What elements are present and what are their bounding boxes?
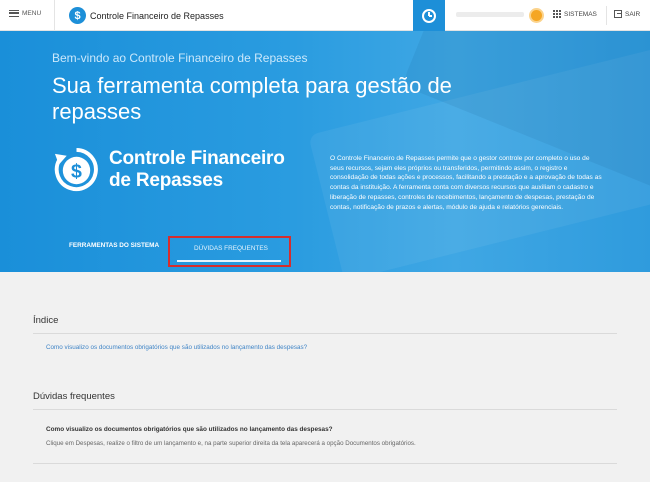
sair-label: SAIR: [625, 10, 641, 18]
sistemas-label: SISTEMAS: [564, 10, 597, 18]
tab-ferramentas[interactable]: FERRAMENTAS DO SISTEMA: [69, 242, 159, 249]
faq-answer: Clique em Despesas, realize o filtro de …: [46, 440, 416, 447]
hero-headline: Sua ferramenta completa para gestão de r…: [52, 73, 452, 124]
clock-icon: [422, 8, 436, 23]
index-link[interactable]: Como visualizo os documentos obrigatório…: [46, 344, 307, 351]
product-logo-line: Controle Financeiro: [109, 148, 285, 169]
faq-heading: Dúvidas frequentes: [33, 391, 115, 402]
exit-icon: [614, 10, 622, 18]
top-bar: MENU $ Controle Financeiro de Repasses S…: [0, 0, 650, 31]
history-button[interactable]: [413, 0, 445, 31]
menu-button[interactable]: MENU: [9, 10, 41, 17]
tab-duvidas-frequentes[interactable]: DÚVIDAS FREQUENTES: [168, 236, 291, 267]
user-name-redacted: [456, 12, 524, 17]
divider: [33, 463, 617, 464]
divider: [33, 333, 617, 334]
sistemas-button[interactable]: SISTEMAS: [553, 10, 597, 18]
index-heading: Índice: [33, 315, 59, 326]
product-logo-text: Controle Financeiro de Repasses: [109, 148, 285, 192]
logout-button[interactable]: SAIR: [614, 10, 640, 18]
product-description: O Controle Financeiro de Repasses permit…: [330, 155, 602, 211]
divider: [33, 409, 617, 410]
grid-icon: [553, 10, 561, 18]
app-title: Controle Financeiro de Repasses: [90, 10, 224, 21]
app-brand[interactable]: $ Controle Financeiro de Repasses: [69, 7, 224, 24]
product-logo-line: de Repasses: [109, 170, 223, 191]
dollar-refresh-icon: $: [69, 7, 86, 24]
hero-banner: Bem-vindo ao Controle Financeiro de Repa…: [0, 31, 650, 272]
divider: [606, 6, 607, 25]
welcome-text: Bem-vindo ao Controle Financeiro de Repa…: [52, 51, 308, 65]
svg-text:$: $: [71, 160, 82, 182]
divider: [54, 0, 55, 31]
hamburger-icon: [9, 10, 19, 17]
faq-question: Como visualizo os documentos obrigatório…: [46, 426, 333, 433]
dollar-refresh-icon: $: [54, 147, 98, 192]
active-tab-indicator: [177, 260, 281, 262]
menu-label: MENU: [22, 10, 42, 17]
main-content: Índice Como visualizo os documentos obri…: [0, 272, 650, 482]
sun-icon[interactable]: [531, 10, 542, 21]
tab-label: DÚVIDAS FREQUENTES: [194, 245, 268, 252]
